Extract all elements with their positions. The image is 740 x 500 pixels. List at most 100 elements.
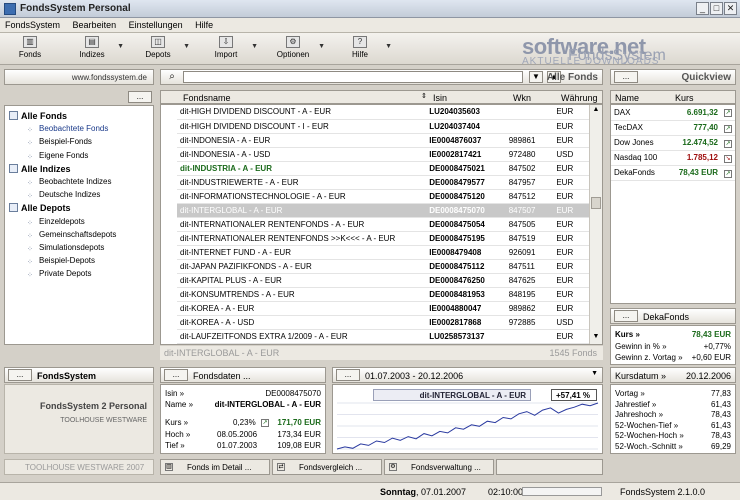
table-cell: dit-INTERGLOBAL - A - EUR (177, 203, 427, 218)
quickview-row[interactable]: TecDAX 777,40 ↗ (611, 120, 735, 136)
column-isin[interactable]: Isin (433, 93, 447, 103)
tree-item[interactable]: ⁘ Beispiel-Depots (27, 256, 95, 269)
minimize-button[interactable]: _ (696, 2, 709, 15)
fondsverwaltung-button[interactable]: ⚙ Fondsverwaltung ... (384, 459, 494, 475)
website-url[interactable]: www.fondssystem.de (72, 73, 147, 82)
menu-einstellungen[interactable]: Einstellungen (124, 18, 188, 32)
toolbar-indizes-button[interactable]: ▤ Indizes ▼ (66, 35, 124, 63)
table-cell: DE0008475120 (426, 189, 506, 204)
maximize-button[interactable]: □ (710, 2, 723, 15)
tree-item[interactable]: ⁘ Einzeldepots (27, 217, 85, 230)
stat-value: 78,43 (710, 410, 731, 419)
sort-down-button[interactable]: ▼ (529, 71, 543, 83)
tree-item[interactable]: ⁘ Simulationsdepots (27, 243, 104, 256)
tree-item[interactable]: ⁘ Private Depots (27, 269, 91, 282)
table-row[interactable]: dit-INTERNET FUND - A - EUR IE0008479408 9… (177, 245, 589, 260)
tree-item-label: Beobachtete Fonds (39, 124, 109, 134)
fondsdaten-menu-button[interactable]: ... (164, 369, 188, 381)
detail-menu-button[interactable]: ... (614, 310, 638, 322)
table-cell: dit-LAUFZEITFONDS EXTRA 1/2009 - A - EUR (177, 329, 427, 344)
quickview-row[interactable]: DekaFonds 78,43 EUR ↗ (611, 165, 735, 181)
tree-item[interactable]: ⁘ Beobachtete Fonds (27, 124, 108, 137)
column-wkn[interactable]: Wkn (513, 93, 531, 103)
menu-fondssystem[interactable]: FondsSystem (0, 18, 65, 32)
table-row[interactable]: dit-INFORMATIONSTECHNOLOGIE - A - EUR DE0… (177, 189, 589, 204)
toolbar-depots-button[interactable]: ◫ Depots ▼ (132, 35, 190, 63)
quickview-header: ... Quickview (610, 69, 736, 85)
trend-cell: ↗ (721, 120, 735, 136)
table-row[interactable]: dit-KONSUMTRENDS - A - EUR DE0008481953 84… (177, 287, 589, 302)
chart-menu-button[interactable]: ... (336, 369, 360, 381)
quickview-row[interactable]: Dow Jones 12.474,52 ↗ (611, 135, 735, 151)
search-icon[interactable]: ⌕ (164, 71, 180, 83)
table-row[interactable]: dit-LAUFZEITFONDS EXTRA 1/2009 - A - EUR… (177, 329, 589, 344)
fondsvergleich-button[interactable]: ⇄ Fondsvergleich ... (272, 459, 382, 475)
table-scrollbar[interactable]: ▲ ▼ (589, 105, 602, 344)
fonds-detail-button[interactable]: ▥ Fonds im Detail ... (160, 459, 270, 475)
quickview-row[interactable]: Nasdaq 100 1.785,12 ↘ (611, 150, 735, 166)
tree-item[interactable]: ⁘ Eigene Fonds (27, 151, 88, 164)
table-cell: dit-INTERNATIONALER RENTENFONDS >>K<<< -… (177, 231, 427, 246)
table-footer: dit-INTERGLOBAL - A - EUR 1545 Fonds (160, 346, 603, 360)
table-row[interactable]: dit-HIGH DIVIDEND DISCOUNT - I - EUR LU20… (177, 119, 589, 134)
table-row[interactable]: dit-KOREA - A - USD IE0002817868 972885 USD (177, 315, 589, 330)
chevron-down-icon[interactable]: ▼ (183, 43, 190, 50)
table-row[interactable]: dit-INDUSTRIEWERTE - A - EUR DE0008479577… (177, 175, 589, 190)
table-cell: dit-INDUSTRIEWERTE - A - EUR (177, 175, 427, 190)
tree-item[interactable]: ⁘ Gemeinschaftsdepots (27, 230, 116, 243)
table-row[interactable]: dit-INDUSTRIA - A - EUR DE0008475021 84750… (177, 161, 589, 176)
chevron-down-icon[interactable]: ▼ (385, 43, 392, 50)
search-input[interactable] (183, 71, 523, 83)
gewinn-vortag-label: Gewinn z. Vortag » (615, 353, 683, 362)
navigation-tree: Alle Fonds ⁘ Beobachtete Fonds ⁘ Beispiel-Fo… (4, 105, 154, 345)
chevron-down-icon[interactable]: ▼ (251, 43, 258, 50)
menu-hilfe[interactable]: Hilfe (190, 18, 218, 32)
table-row[interactable]: dit-HIGH DIVIDEND DISCOUNT - A - EUR LU20… (177, 105, 589, 120)
table-row[interactable]: dit-KOREA - A - EUR IE0004880047 989862 EUR (177, 301, 589, 316)
menu-bearbeiten[interactable]: Bearbeiten (68, 18, 122, 32)
status-date: Sonntag, 07.01.2007 (380, 487, 467, 497)
quickview-menu-button[interactable]: ... (614, 71, 638, 83)
scroll-up-icon[interactable]: ▲ (591, 106, 601, 116)
toolbar-hilfe-button[interactable]: ? Hilfe ▼ (334, 35, 392, 63)
quickview-column-kurs[interactable]: Kurs (675, 93, 694, 103)
tree-item-label: Beispiel-Fonds (39, 137, 92, 147)
toolbar-fonds-button[interactable]: ▥ Fonds (4, 35, 56, 63)
quickview-name: TecDAX (611, 120, 669, 136)
quickview-column-name[interactable]: Name (615, 93, 639, 103)
import-icon: ⇩ (219, 36, 233, 48)
tree-item[interactable]: ⁘ Deutsche Indizes (27, 190, 100, 203)
table-cell: dit-INDUSTRIA - A - EUR (177, 161, 427, 176)
fondssystem-menu-button[interactable]: ... (8, 369, 32, 381)
chevron-down-icon[interactable]: ▼ (591, 370, 598, 377)
chevron-down-icon[interactable]: ▼ (318, 43, 325, 50)
quickview-row[interactable]: DAX 6.691,32 ↗ (611, 105, 735, 121)
toolbar-import-button[interactable]: ⇩ Import ▼ (200, 35, 258, 63)
table-row[interactable]: dit-INDONESIA - A - USD IE0002817421 97248… (177, 147, 589, 162)
tree-item[interactable]: Alle Depots (9, 203, 71, 216)
kursdatum-value: 20.12.2006 (685, 371, 731, 381)
tree-item[interactable]: ⁘ Beobachtete Indizes (27, 177, 112, 190)
tree-item[interactable]: Alle Fonds (9, 111, 67, 124)
kursdatum-bar: Kursdatum » 20.12.2006 (610, 367, 736, 383)
tree-item[interactable]: ⁘ Beispiel-Fonds (27, 137, 92, 150)
table-row[interactable]: dit-JAPAN PAZIFIKFONDS - A - EUR DE000847… (177, 259, 589, 274)
fonds-icon: ▥ (23, 36, 37, 48)
trend-up-icon: ↗ (724, 109, 732, 118)
table-row[interactable]: dit-INTERNATIONALER RENTENFONDS >>K<<< -… (177, 231, 589, 246)
chevron-down-icon[interactable]: ▼ (117, 43, 124, 50)
column-fondsname[interactable]: Fondsname (183, 93, 231, 103)
tree-toolbar: ... (4, 90, 154, 104)
column-waehrung[interactable]: Währung (561, 93, 598, 103)
tree-menu-button[interactable]: ... (128, 91, 152, 103)
table-row[interactable]: dit-INDONESIA - A - EUR IE0004876037 98986… (177, 133, 589, 148)
table-row[interactable]: dit-KAPITAL PLUS - A - EUR DE0008476250 84… (177, 273, 589, 288)
scrollbar-thumb[interactable] (591, 197, 601, 209)
chart-range: 01.07.2003 - 20.12.2006 (365, 371, 464, 381)
close-button[interactable]: ✕ (724, 2, 737, 15)
toolbar-optionen-button[interactable]: ⚙ Optionen ▼ (267, 35, 325, 63)
tree-item[interactable]: Alle Indizes (9, 163, 71, 177)
table-row[interactable]: dit-INTERGLOBAL - A - EUR DE0008475070 847… (177, 203, 589, 218)
scroll-down-icon[interactable]: ▼ (591, 333, 601, 343)
table-row[interactable]: dit-INTERNATIONALER RENTENFONDS - A - EU… (177, 217, 589, 232)
